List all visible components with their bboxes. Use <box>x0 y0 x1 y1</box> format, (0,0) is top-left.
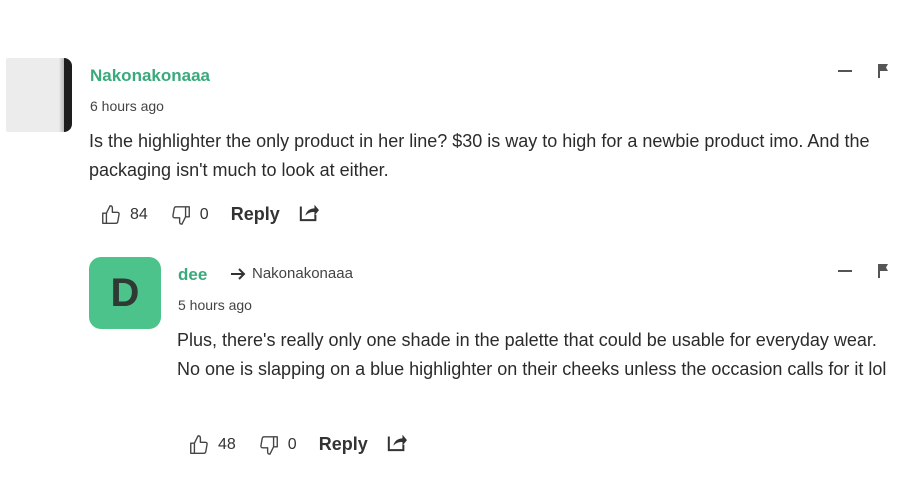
avatar[interactable] <box>6 58 72 132</box>
share-icon <box>299 204 319 222</box>
thumbs-up-icon <box>102 204 120 224</box>
comment-timestamp: 6 hours ago <box>90 98 164 114</box>
flag-icon[interactable] <box>876 62 890 80</box>
comment-actions: 48 0 Reply <box>188 432 408 457</box>
collapse-icon[interactable] <box>838 62 852 72</box>
thumbs-down-icon <box>172 205 190 225</box>
reply-to-link[interactable]: Nakonakonaaa <box>230 265 353 282</box>
comment-actions: 84 0 Reply <box>100 202 320 227</box>
reply-button[interactable]: Reply <box>319 434 368 455</box>
dislike-button[interactable]: 0 <box>170 204 209 226</box>
like-count: 48 <box>218 435 236 453</box>
comment-reply: D dee Nakonakonaaa 5 hours ago Plus, the… <box>0 240 900 493</box>
avatar[interactable]: D <box>89 257 161 329</box>
dislike-count: 0 <box>287 435 297 453</box>
comment: Nakonakonaaa 6 hours ago Is the highligh… <box>0 0 900 240</box>
flag-icon[interactable] <box>876 262 890 280</box>
comment-text: Plus, there's really only one shade in t… <box>177 330 887 379</box>
like-button[interactable]: 48 <box>188 434 236 456</box>
like-button[interactable]: 84 <box>100 204 148 226</box>
share-button[interactable] <box>298 202 320 227</box>
dislike-count: 0 <box>199 205 209 223</box>
comment-author[interactable]: dee <box>178 265 207 285</box>
reply-to-name: Nakonakonaaa <box>252 265 353 282</box>
share-icon <box>387 434 407 452</box>
like-count: 84 <box>130 205 148 223</box>
comment-author[interactable]: Nakonakonaaa <box>90 66 210 86</box>
reply-arrow-icon <box>231 267 246 280</box>
reply-button[interactable]: Reply <box>231 204 280 225</box>
thumbs-up-icon <box>190 434 208 454</box>
thumbs-down-icon <box>260 435 278 455</box>
comment-timestamp: 5 hours ago <box>178 297 252 313</box>
dislike-button[interactable]: 0 <box>258 434 297 456</box>
share-button[interactable] <box>386 432 408 457</box>
collapse-icon[interactable] <box>838 262 852 272</box>
comment-text: Is the highlighter the only product in h… <box>89 131 870 180</box>
